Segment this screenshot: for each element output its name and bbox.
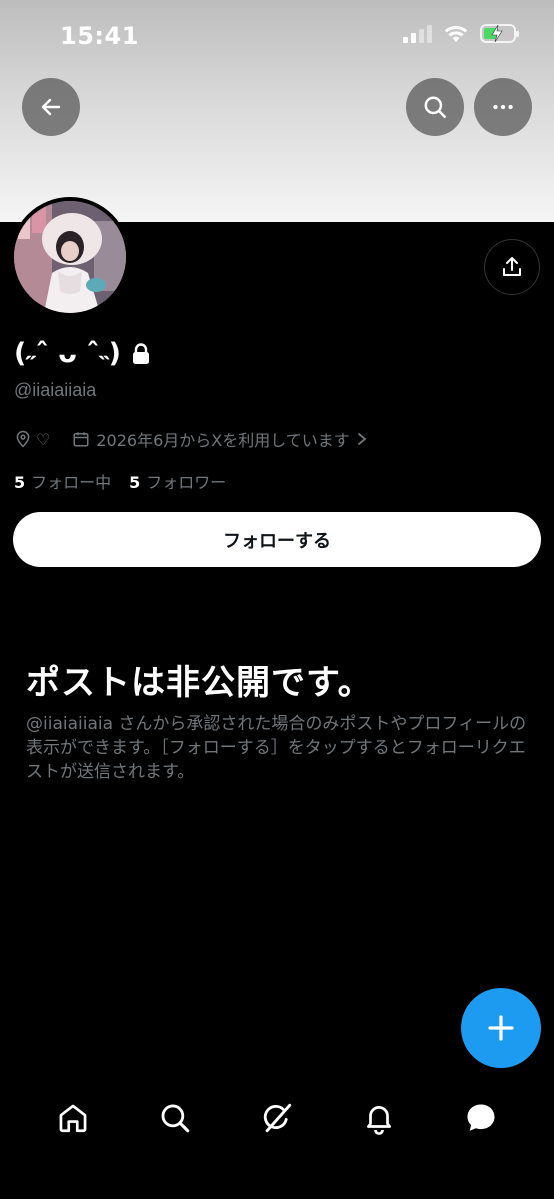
search-icon [424,96,446,118]
compose-button[interactable] [461,988,541,1068]
tab-search[interactable] [145,1088,205,1148]
home-indicator-area [0,1158,554,1199]
private-notice-description: @iiaiaiiaia さんから承認された場合のみポストやプロフィールの表示がで… [26,714,527,782]
location-text: ♡ [36,429,51,449]
back-arrow-icon [41,98,61,116]
follow-stats: 5 フォロー中 5 フォロワー [14,469,226,493]
bell-icon [367,1106,391,1135]
tab-home[interactable] [43,1088,103,1148]
location-pin-icon [16,430,30,448]
profile-joined[interactable]: 2026年6月からXを利用しています [72,427,367,451]
tab-grok[interactable] [247,1088,307,1148]
plus-icon [488,1015,514,1041]
home-icon [59,1104,87,1133]
calendar-icon [73,432,89,447]
profile-display-name: (˶ˆ ᴗ ˆ˵) [14,338,151,369]
wifi-icon [444,25,468,42]
followers-link[interactable]: 5 フォロワー [129,469,226,493]
more-icon [493,104,513,110]
tab-messages[interactable] [451,1088,511,1148]
following-link[interactable]: 5 フォロー中 [14,469,111,493]
display-name-text: (˶ˆ ᴗ ˆ˵) [14,338,122,369]
following-count: 5 [14,473,26,492]
following-label: フォロー中 [31,473,112,492]
followers-count: 5 [129,473,141,492]
status-icons [403,24,519,43]
follow-button[interactable]: フォローする [13,512,541,567]
tab-notifications[interactable] [349,1088,409,1148]
profile-location: ♡ [14,429,50,449]
followers-label: フォロワー [146,473,227,492]
joined-text: 2026年6月からXを利用しています [96,431,350,450]
status-time: 15:41 [60,22,139,50]
bottom-tab-bar [0,1078,554,1158]
lock-icon [133,342,150,364]
search-button[interactable] [406,78,464,136]
search-icon [161,1104,190,1133]
messages-icon [467,1104,495,1131]
share-icon [503,257,521,276]
status-bar: 15:41 [0,0,554,70]
share-button[interactable] [484,239,540,295]
profile-meta: ♡ 2026年6月からXを利用しています [14,427,368,451]
grok-icon [263,1103,292,1133]
profile-handle: @iiaiaiiaia [14,380,97,400]
avatar[interactable] [10,197,130,317]
more-button[interactable] [474,78,532,136]
private-notice-title: ポストは非公開です。 [26,663,373,703]
chevron-right-icon [357,433,367,445]
cellular-signal-icon [403,24,432,43]
back-button[interactable] [22,78,80,136]
battery-icon [480,24,519,43]
avatar-image [14,201,126,313]
